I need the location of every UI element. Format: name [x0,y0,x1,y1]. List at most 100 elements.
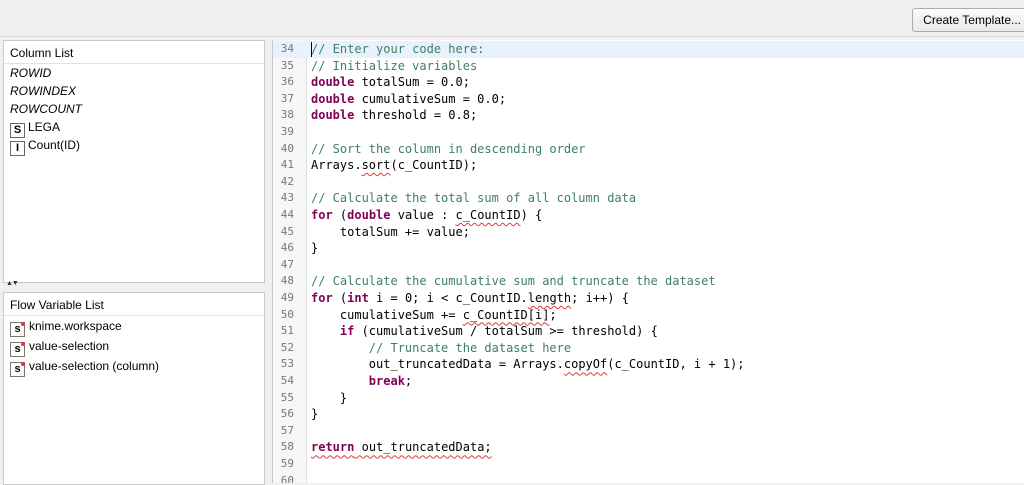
code-line[interactable]: 50 cumulativeSum += c_CountID[i]; [273,307,1024,324]
code-token: ( [332,291,348,305]
code-token: length [527,291,572,305]
line-number: 40 [280,141,294,155]
flow-variable-list-items: s knime.workspace s value-selection s value-s… [4,316,264,377]
code-line[interactable]: 40 // Sort the column in descending order [273,141,1024,158]
column-list-item[interactable]: S LEGA [4,118,264,138]
line-number: 34 [280,42,294,55]
code-line[interactable]: 51 if (cumulativeSum / totalSum >= thres… [273,323,1024,340]
code-token: // Enter your code here: [311,42,485,56]
line-number: 53 [280,357,294,371]
flow-variable-item[interactable]: s value-selection [4,336,264,357]
line-number: 57 [280,423,294,437]
code-token: } [311,390,348,405]
column-list-items: ROWID ROWINDEX ROWCOUNT S LEGA I Count(ID) [4,64,264,156]
column-list-item-label: ROWCOUNT [10,102,82,116]
panel-splitter[interactable]: ▲▼ [3,280,265,291]
line-number: 60 [280,473,294,483]
flow-variable-string-icon: s [10,322,25,337]
code-token: return [311,440,355,455]
line-number: 39 [280,125,294,138]
code-line[interactable]: 43 // Calculate the total sum of all colu… [273,190,1024,207]
column-list-item[interactable]: ROWCOUNT [4,100,264,118]
line-number: 36 [280,75,294,89]
code-token: for [311,291,333,305]
code-line[interactable]: 54 break; [273,373,1024,390]
code-line[interactable]: 56} [273,406,1024,423]
code-line[interactable]: 45 totalSum += value; [273,224,1024,241]
code-token: ; [404,374,413,388]
flow-variable-list-title: Flow Variable List [4,293,264,316]
code-text: Arrays.sort(c_CountID); [311,157,477,174]
text-cursor [311,42,312,57]
code-line[interactable]: 58 return out_truncatedData; [273,439,1024,456]
flow-variable-item-label: value-selection (column) [29,359,160,373]
line-number: 48 [280,274,294,288]
code-token: double [311,75,355,90]
splitter-arrows-icon[interactable]: ▲▼ [6,280,19,287]
code-line[interactable]: 42 [273,174,1024,191]
code-token: // Calculate the total sum of all column… [311,191,637,206]
code-token: sort [361,158,391,173]
code-line[interactable]: 35 // Initialize variables [273,58,1024,75]
code-line[interactable]: 36 double totalSum = 0.0; [273,74,1024,91]
column-list-item[interactable]: ROWID [4,64,264,82]
code-line[interactable]: 59 [273,456,1024,473]
line-number: 50 [280,307,294,321]
code-line[interactable]: 57 [273,423,1024,440]
code-token: break [368,374,405,388]
flow-variable-item-label: knime.workspace [29,319,122,333]
flow-variable-item[interactable]: s value-selection (column) [4,356,264,377]
line-number: 35 [280,58,294,72]
code-token: threshold = 0.8; [354,108,478,123]
code-line[interactable]: 37 double cumulativeSum = 0.0; [273,91,1024,108]
code-line[interactable]: 48 // Calculate the cumulative sum and tr… [273,273,1024,290]
line-number: 47 [280,257,294,271]
line-number: 43 [280,191,294,205]
code-line[interactable]: 34 // Enter your code here: [273,41,1024,58]
code-token: cumulativeSum = 0.0; [354,91,507,106]
flow-variable-string-icon: s [10,362,25,377]
code-text: } [311,390,347,407]
code-token: (c_CountID, i + 1); [607,357,745,372]
column-list-title: Column List [4,41,264,64]
code-line[interactable]: 55 } [273,390,1024,407]
code-token: c_CountID[i] [462,307,550,322]
code-token: ( [332,208,348,222]
code-token: copyOf [563,357,608,372]
line-number: 46 [280,241,294,255]
code-token: for [311,208,333,222]
column-list-item-label: ROWID [10,66,52,80]
code-token: value : [390,208,456,222]
code-token: } [311,241,319,256]
code-line[interactable]: 46} [273,240,1024,257]
code-token: Arrays. [311,158,362,173]
code-editor[interactable]: 34 // Enter your code here: 35 // Initializ… [272,40,1024,483]
code-text: double threshold = 0.8; [311,107,477,124]
code-line[interactable]: 52 // Truncate the dataset here [273,340,1024,357]
code-line[interactable]: 38 double threshold = 0.8; [273,107,1024,124]
code-text: // Truncate the dataset here [311,340,571,357]
code-line[interactable]: 60 [273,473,1024,483]
code-line[interactable]: 53 out_truncatedData = Arrays.copyOf(c_C… [273,356,1024,373]
column-list-item[interactable]: ROWINDEX [4,82,264,100]
code-text: totalSum += value; [311,224,470,241]
code-text: if (cumulativeSum / totalSum >= threshol… [311,323,658,340]
code-line[interactable]: 39 [273,124,1024,141]
line-number: 37 [280,91,294,105]
code-text: for (int i = 0; i < c_CountID.length; i+… [311,290,629,307]
code-token: ) { [520,208,543,222]
code-line[interactable]: 44 for (double value : c_CountID) { [273,207,1024,224]
line-number: 55 [280,390,294,404]
line-number: 49 [280,291,294,304]
line-number: 59 [280,457,294,470]
code-line[interactable]: 49 for (int i = 0; i < c_CountID.length; … [273,290,1024,307]
line-number: 44 [280,208,294,221]
flow-variable-item[interactable]: s knime.workspace [4,316,264,337]
create-template-button[interactable]: Create Template... [912,8,1024,32]
code-line[interactable]: 47 [273,257,1024,274]
column-list-item[interactable]: I Count(ID) [4,136,264,156]
code-text: for (double value : c_CountID) { [311,207,542,224]
code-text: // Sort the column in descending order [311,141,586,158]
code-line[interactable]: 41 Arrays.sort(c_CountID); [273,157,1024,174]
